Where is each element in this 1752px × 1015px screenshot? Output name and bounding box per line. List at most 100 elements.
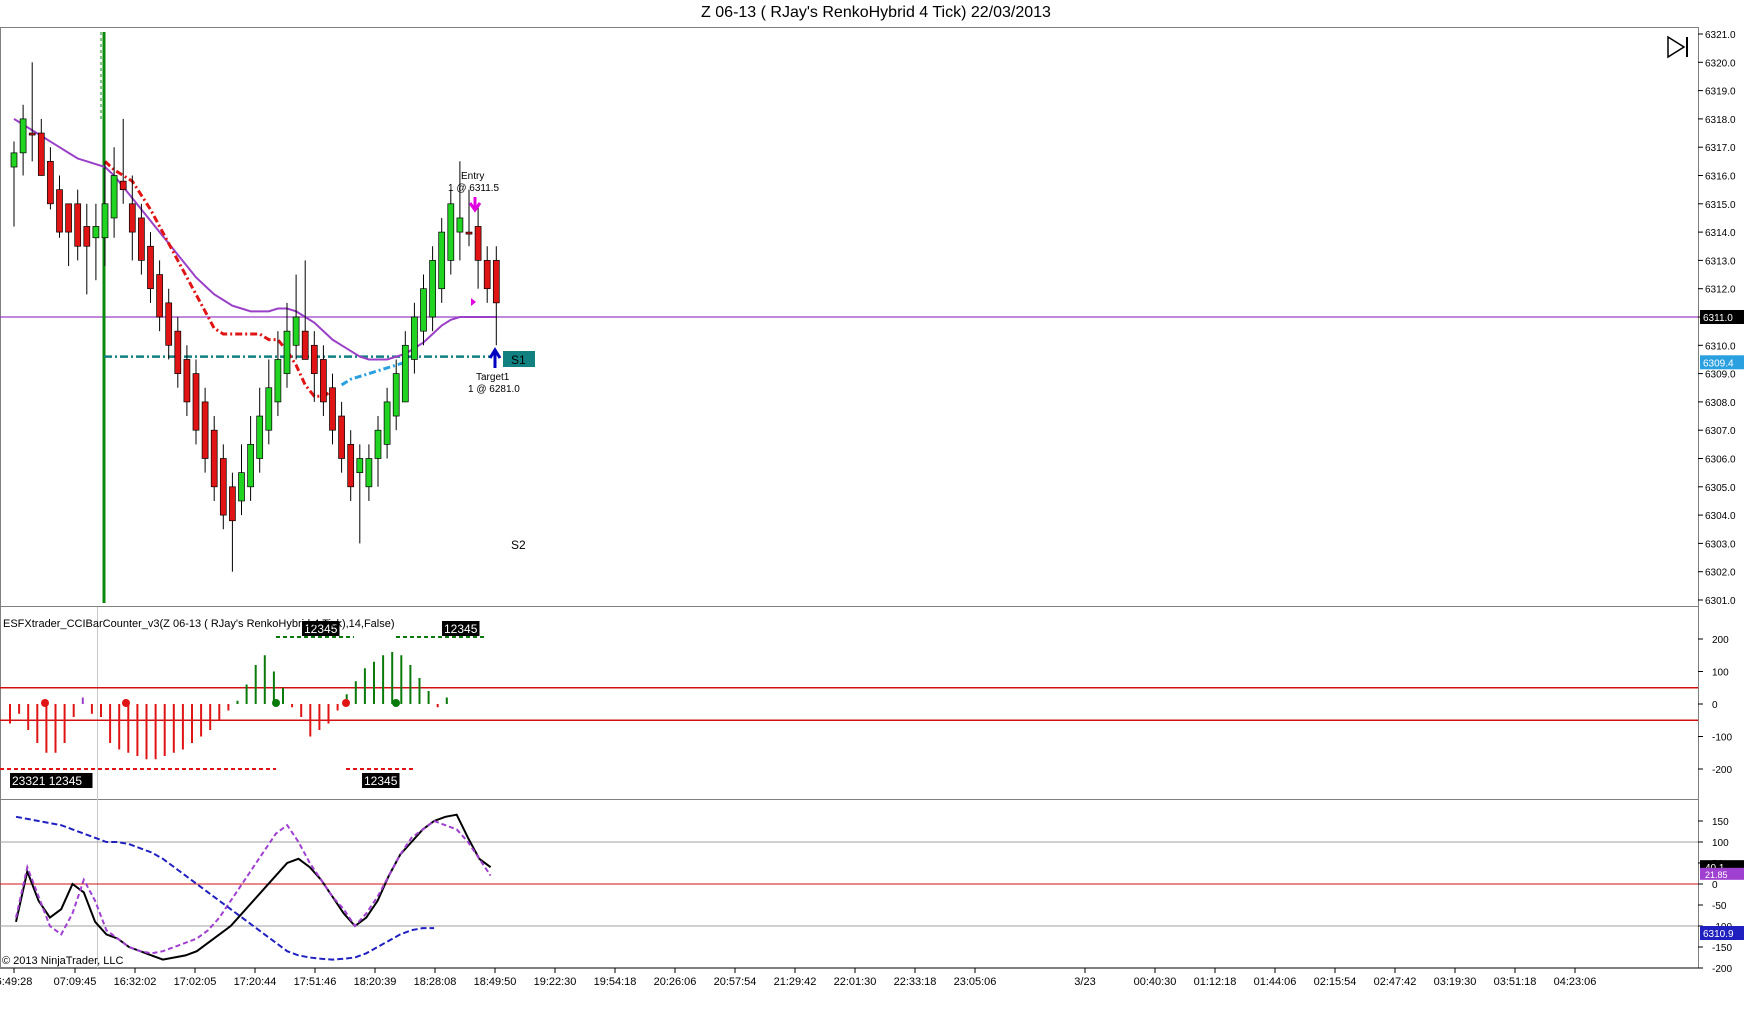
- candle: [483, 260, 491, 290]
- price-tick-label: 6305.0: [1705, 483, 1736, 494]
- candle: [411, 316, 418, 360]
- candle: [392, 373, 400, 417]
- candle: [28, 132, 36, 136]
- s2-label: S2: [511, 538, 526, 552]
- candle: [229, 486, 236, 522]
- chart-canvas[interactable]: Entry1 @ 6311.5 Target11 @ 6281.0 S1 S2 123…: [0, 0, 1752, 1015]
- cci-signal-dot: [272, 699, 280, 707]
- candle: [83, 226, 91, 247]
- price-tick-label: 6306.0: [1705, 455, 1736, 466]
- price-tick-label: 6318.0: [1705, 115, 1736, 126]
- price-tick-label: 6310.0: [1705, 341, 1736, 352]
- osc-extra-value-label: 6310.9: [1703, 929, 1734, 940]
- candle: [374, 429, 382, 459]
- candle: [365, 458, 373, 488]
- oscillator-panel[interactable]: [0, 813, 1698, 961]
- time-tick-label: 6:49:28: [0, 976, 32, 988]
- time-tick-label: 22:01:30: [834, 976, 877, 988]
- time-tick-label: 20:26:06: [654, 976, 697, 988]
- entry-marker-icon: [471, 298, 476, 306]
- counter-label: 23321 12345: [12, 774, 82, 788]
- entry-detail: 1 @ 6311.5: [448, 183, 500, 194]
- cci-signal-dot: [41, 699, 49, 707]
- price-tick-label: 6321.0: [1705, 30, 1736, 41]
- price-tick-label: 6314.0: [1705, 228, 1736, 239]
- candle: [19, 118, 27, 154]
- candle: [474, 226, 482, 261]
- candle: [37, 132, 45, 176]
- candle: [138, 217, 145, 261]
- candle: [310, 344, 318, 374]
- candle: [492, 260, 500, 304]
- time-tick-label: 21:29:42: [774, 976, 817, 988]
- price-tick-label: 6303.0: [1705, 539, 1736, 550]
- candle: [356, 458, 364, 473]
- target-arrow-icon: [488, 347, 502, 368]
- time-tick-label: 3/23: [1074, 976, 1095, 988]
- candle: [210, 429, 218, 488]
- scroll-to-end-icon: [1667, 35, 1688, 59]
- candle: [301, 330, 309, 360]
- counter-label: 12345: [444, 622, 478, 636]
- candle: [401, 344, 409, 403]
- price-tick-label: 6315.0: [1705, 200, 1736, 211]
- candle: [465, 231, 473, 235]
- price-tick-label: 6307.0: [1705, 426, 1736, 437]
- time-tick-label: 01:44:06: [1254, 976, 1297, 988]
- cci-indicator-title: ESFXtrader_CCIBarCounter_v3(Z 06-13 ( RJ…: [3, 618, 395, 630]
- cci-panel[interactable]: 12345 1234523321 12345 12345: [0, 621, 1698, 788]
- time-tick-label: 16:32:02: [114, 976, 157, 988]
- candle: [320, 359, 327, 403]
- candle: [156, 274, 163, 318]
- candle: [92, 226, 100, 239]
- candle: [219, 458, 227, 516]
- time-tick-label: 23:05:06: [954, 976, 997, 988]
- osc-tick-label: -150: [1712, 943, 1732, 954]
- copyright-label: © 2013 NinjaTrader, LLC: [2, 955, 124, 967]
- price-tick-label: 6301.0: [1705, 596, 1736, 607]
- time-tick-label: 03:19:30: [1434, 976, 1477, 988]
- candle: [247, 444, 254, 488]
- scroll-to-end-button[interactable]: [1665, 34, 1691, 60]
- candle: [383, 401, 391, 445]
- stochastic-d-line: [15, 819, 492, 955]
- time-tick-label: 03:51:18: [1494, 976, 1537, 988]
- panel-frames: [0, 27, 1699, 969]
- osc-tick-label: -50: [1712, 901, 1727, 912]
- price-tick-label: 6313.0: [1705, 256, 1736, 267]
- time-tick-label: 02:47:42: [1374, 976, 1417, 988]
- candle: [183, 359, 191, 403]
- time-tick-label: 20:57:54: [714, 976, 757, 988]
- time-tick-label: 17:51:46: [294, 976, 337, 988]
- current-price-label: 6311.0: [1703, 313, 1733, 324]
- candle: [147, 245, 154, 290]
- price-panel[interactable]: Entry1 @ 6311.5 Target11 @ 6281.0 S1 S2: [0, 32, 1698, 603]
- target-label: Target1: [476, 372, 510, 383]
- cci-tick-label: 100: [1712, 668, 1729, 679]
- cci-tick-label: 0: [1712, 700, 1718, 711]
- candle: [265, 387, 273, 431]
- candle: [256, 415, 264, 459]
- candle: [10, 152, 18, 168]
- time-tick-label: 07:09:45: [54, 976, 97, 988]
- candle: [447, 203, 455, 261]
- candle: [65, 203, 72, 233]
- candle: [420, 288, 427, 332]
- time-tick-label: 19:22:30: [534, 976, 577, 988]
- candle: [192, 373, 200, 431]
- red-moving-average: [103, 160, 334, 398]
- price-tick-label: 6317.0: [1705, 143, 1736, 154]
- candle: [47, 161, 54, 205]
- candle: [110, 175, 118, 219]
- candle: [101, 203, 109, 239]
- candle: [283, 330, 291, 374]
- candle: [292, 316, 300, 346]
- time-tick-label: 17:20:44: [234, 976, 277, 988]
- osc-tick-label: -200: [1712, 964, 1732, 975]
- price-tick-label: 6304.0: [1705, 511, 1736, 522]
- time-tick-label: 19:54:18: [594, 976, 637, 988]
- cci-signal-dot: [122, 699, 130, 707]
- candle: [174, 330, 182, 374]
- time-tick-label: 18:49:50: [474, 976, 517, 988]
- candle: [429, 260, 436, 318]
